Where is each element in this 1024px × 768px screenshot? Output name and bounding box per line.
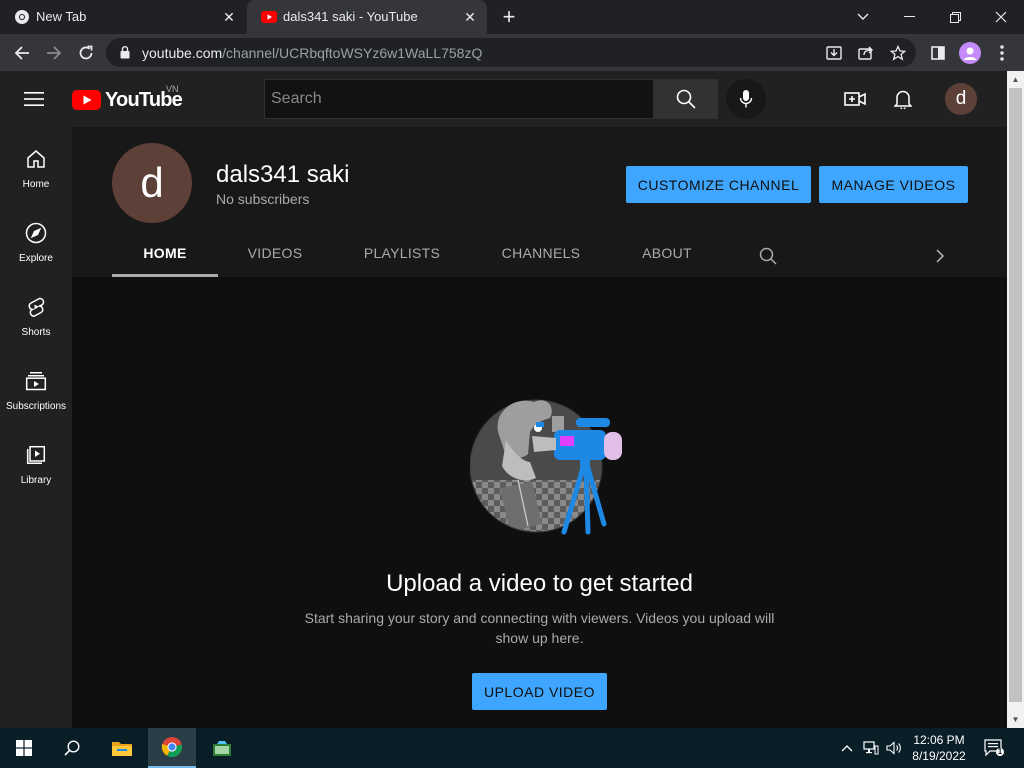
empty-state: Upload a video to get started Start shar… [72, 277, 1007, 728]
library-icon [24, 443, 48, 467]
chevron-right-icon[interactable] [928, 244, 952, 268]
new-tab-button[interactable]: + [498, 4, 520, 29]
lock-icon[interactable] [120, 46, 130, 64]
windows-taskbar: 12:06 PM 8/19/2022 1 [0, 728, 1024, 768]
minimize-icon[interactable] [886, 0, 932, 34]
upload-video-button[interactable]: UPLOAD VIDEO [472, 673, 607, 710]
taskbar-clock[interactable]: 12:06 PM 8/19/2022 [906, 732, 972, 764]
empty-state-title: Upload a video to get started [386, 570, 693, 597]
clock-date: 8/19/2022 [912, 749, 966, 763]
customize-channel-button[interactable]: CUSTOMIZE CHANNEL [626, 166, 811, 203]
shorts-icon [24, 295, 48, 319]
tab-playlists[interactable]: PLAYLISTS [344, 234, 460, 277]
tab-close-icon[interactable]: ✕ [461, 8, 479, 26]
reload-icon[interactable] [73, 40, 99, 66]
url-text: youtube.com/channel/UCRbqftoWSYz6w1WaLL7… [142, 45, 483, 61]
profile-avatar-icon[interactable] [957, 40, 983, 66]
browser-toolbar: youtube.com/channel/UCRbqftoWSYz6w1WaLL7… [0, 34, 1024, 71]
scroll-up-arrow-icon[interactable]: ▲ [1007, 71, 1024, 88]
subscriptions-icon [24, 369, 48, 393]
guide-item-library[interactable]: Library [0, 423, 72, 497]
notifications-bell-icon[interactable] [891, 87, 915, 111]
address-bar[interactable]: youtube.com/channel/UCRbqftoWSYz6w1WaLL7… [106, 38, 916, 67]
notification-center-icon[interactable]: 1 [982, 738, 1006, 758]
tab-home[interactable]: HOME [112, 234, 218, 277]
search-icon [676, 89, 696, 109]
tab-search-icon[interactable] [840, 0, 886, 34]
network-icon[interactable] [861, 738, 881, 758]
subscriber-count: No subscribers [216, 191, 310, 207]
left-guide: Home Explore Shorts Subscriptions Librar… [0, 127, 72, 728]
tab-about[interactable]: ABOUT [622, 234, 712, 277]
guide-item-shorts[interactable]: Shorts [0, 275, 72, 349]
tab-title: dals341 saki - YouTube [283, 9, 418, 24]
windows-start-icon[interactable] [0, 728, 48, 768]
country-code: VN [166, 84, 179, 94]
guide-item-explore[interactable]: Explore [0, 201, 72, 275]
scrollbar-thumb[interactable] [1009, 88, 1022, 702]
channel-search-icon[interactable] [756, 244, 780, 268]
tab-new-tab[interactable]: New Tab ✕ [0, 0, 246, 34]
taskbar-search-icon[interactable] [48, 728, 96, 768]
create-video-icon[interactable] [843, 87, 867, 111]
app-taskbar-icon[interactable] [198, 728, 246, 768]
tab-youtube[interactable]: dals341 saki - YouTube ✕ [247, 0, 487, 34]
guide-item-home[interactable]: Home [0, 127, 72, 201]
chrome-taskbar-icon[interactable] [148, 728, 196, 768]
install-app-icon[interactable] [824, 43, 844, 63]
restore-icon[interactable] [932, 0, 978, 34]
hamburger-menu-icon[interactable] [24, 88, 48, 110]
close-window-icon[interactable] [978, 0, 1024, 34]
file-explorer-icon[interactable] [98, 728, 146, 768]
back-arrow-icon[interactable] [9, 40, 35, 66]
search-box [264, 79, 654, 119]
page-scrollbar[interactable]: ▲ ▼ [1007, 71, 1024, 728]
share-icon[interactable] [856, 43, 876, 63]
search-button[interactable] [654, 79, 718, 119]
bookmark-star-icon[interactable] [888, 43, 908, 63]
guide-item-label: Shorts [21, 327, 51, 338]
side-panel-icon[interactable] [925, 40, 951, 66]
voice-search-button[interactable] [726, 79, 766, 119]
forward-arrow-icon[interactable] [41, 40, 67, 66]
tab-title: New Tab [36, 9, 87, 24]
search-input[interactable] [265, 80, 653, 118]
guide-item-label: Library [20, 475, 52, 486]
scroll-down-arrow-icon[interactable]: ▼ [1007, 711, 1024, 728]
microphone-icon [739, 90, 753, 108]
home-icon [24, 147, 48, 171]
guide-item-label: Home [22, 179, 50, 190]
videographer-illustration-icon [470, 399, 622, 535]
tab-videos[interactable]: VIDEOS [222, 234, 328, 277]
chrome-favicon-icon [14, 9, 30, 25]
channel-header: d dals341 saki No subscribers CUSTOMIZE … [72, 127, 1007, 277]
tray-chevron-up-icon[interactable] [837, 738, 857, 758]
youtube-favicon-icon [261, 9, 277, 25]
tab-channels[interactable]: CHANNELS [483, 234, 599, 277]
kebab-menu-icon[interactable] [989, 40, 1015, 66]
youtube-masthead: YouTube VN d [0, 71, 1007, 127]
empty-state-description: Start sharing your story and connecting … [304, 610, 775, 646]
guide-item-label: Subscriptions [5, 401, 67, 412]
browser-tabstrip: New Tab ✕ dals341 saki - YouTube ✕ + [0, 0, 1024, 34]
clock-time: 12:06 PM [913, 733, 965, 747]
account-avatar[interactable]: d [945, 83, 977, 115]
youtube-play-logo-icon [72, 90, 101, 110]
manage-videos-button[interactable]: MANAGE VIDEOS [819, 166, 968, 203]
volume-icon[interactable] [884, 738, 904, 758]
guide-item-label: Explore [19, 253, 53, 264]
channel-name: dals341 saki [216, 161, 350, 188]
compass-icon [24, 221, 48, 245]
guide-item-subscriptions[interactable]: Subscriptions [0, 349, 72, 423]
channel-avatar: d [112, 143, 192, 223]
tab-close-icon[interactable]: ✕ [220, 8, 238, 26]
notification-count-badge: 1 [997, 747, 1003, 756]
